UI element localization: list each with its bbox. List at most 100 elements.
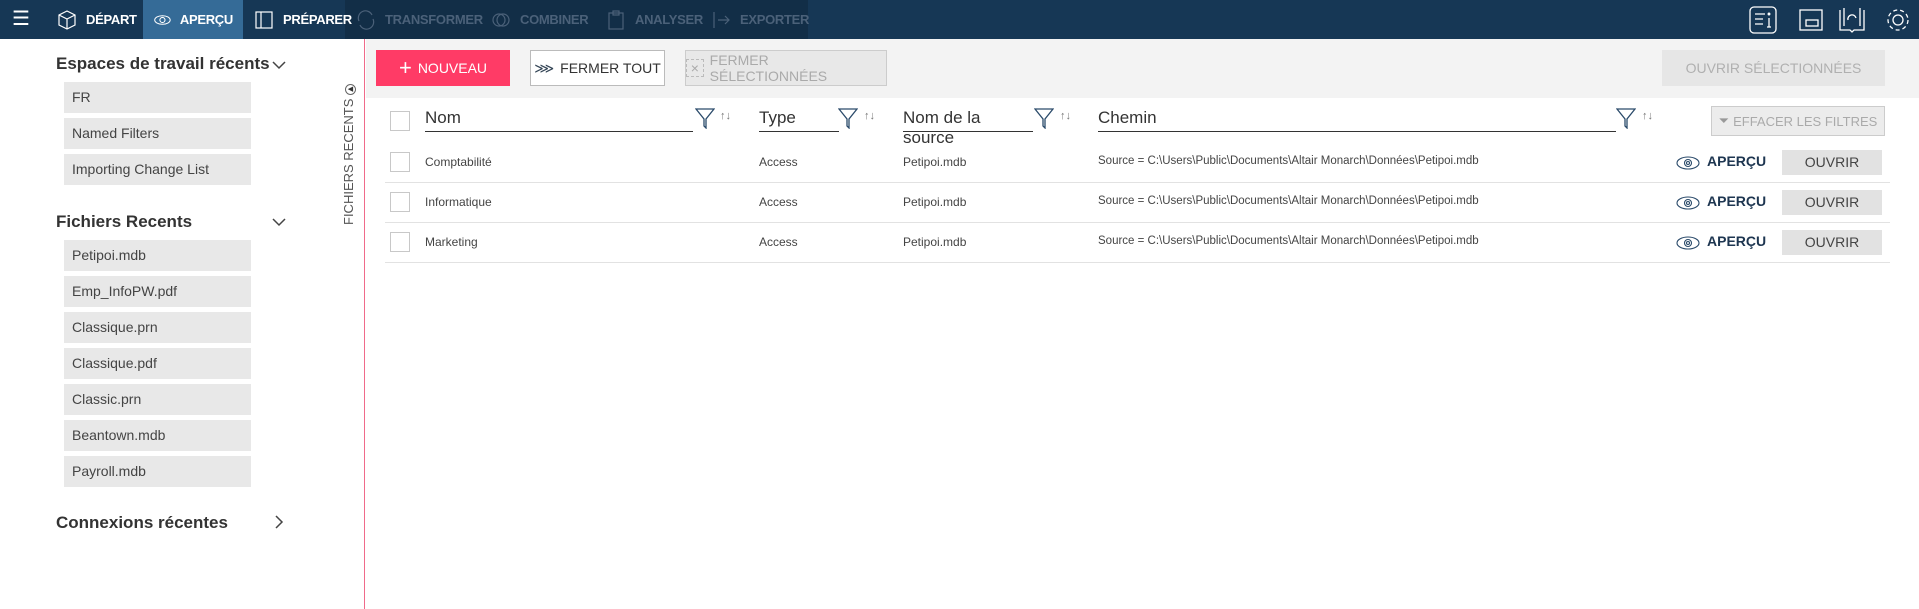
open-button[interactable]: OUVRIR: [1782, 230, 1882, 255]
clear-filters-button: ⏷ EFFACER LES FILTRES: [1711, 106, 1885, 136]
combine-icon: [492, 12, 510, 27]
recent-file-item[interactable]: Petipoi.mdb: [64, 240, 251, 271]
cell-path: Source = C:\Users\Public\Documents\Altai…: [1098, 235, 1479, 247]
help-book-icon[interactable]: [1838, 6, 1866, 34]
cell-type: Access: [759, 235, 798, 249]
open-button[interactable]: OUVRIR: [1782, 190, 1882, 215]
workspace-item[interactable]: FR: [64, 82, 251, 113]
cell-source: Petipoi.mdb: [903, 195, 967, 209]
row-checkbox[interactable]: [390, 232, 410, 252]
column-header-type[interactable]: Type: [759, 108, 839, 132]
column-header-name[interactable]: Nom: [425, 108, 693, 132]
close-all-icon: ⋙: [534, 59, 555, 76]
tab-label: APERÇU: [179, 12, 233, 27]
column-header-source[interactable]: Nom de la source: [903, 108, 1033, 147]
gear-icon[interactable]: [1884, 6, 1912, 34]
cell-source: Petipoi.mdb: [903, 235, 967, 249]
sort-icon[interactable]: ↑↓: [720, 110, 731, 122]
row-checkbox[interactable]: [390, 152, 410, 172]
plus-icon: +: [398, 55, 412, 80]
cell-path: Source = C:\Users\Public\Documents\Altai…: [1098, 195, 1479, 207]
top-nav-bar: ☰ DÉPART APERÇU PRÉPARER TRANSFORMER COM…: [0, 0, 1919, 39]
workspace-item[interactable]: Importing Change List: [64, 154, 251, 185]
row-divider: [385, 222, 1890, 223]
eye-icon[interactable]: [1676, 236, 1700, 250]
filter-icon[interactable]: [695, 107, 715, 129]
tab-label: PRÉPARER: [283, 12, 352, 27]
row-divider: [385, 182, 1890, 183]
transform-icon: [357, 9, 375, 30]
sort-icon[interactable]: ↑↓: [864, 110, 875, 122]
cell-name: Comptabilité: [425, 155, 492, 169]
filter-icon[interactable]: [1616, 107, 1636, 129]
eye-icon: [154, 14, 171, 25]
chevron-down-icon[interactable]: [270, 56, 288, 74]
tab-exporter: EXPORTER: [700, 0, 819, 39]
column-header-path[interactable]: Chemin: [1098, 108, 1616, 132]
cell-type: Access: [759, 195, 798, 209]
clear-filter-icon: ⏷: [1718, 113, 1730, 128]
clipboard-icon: [608, 9, 624, 30]
select-all-checkbox[interactable]: [390, 111, 410, 131]
recent-workspaces-heading: Espaces de travail récents: [56, 54, 270, 73]
recent-connections-heading: Connexions récentes: [56, 513, 228, 532]
cell-name: Marketing: [425, 235, 478, 249]
preview-link[interactable]: APERÇU: [1707, 233, 1766, 249]
cell-name: Informatique: [425, 195, 492, 209]
filter-icon[interactable]: [1034, 107, 1054, 129]
eye-icon[interactable]: [1676, 156, 1700, 170]
preview-link[interactable]: APERÇU: [1707, 153, 1766, 169]
collapse-sidebar-icon[interactable]: ◀: [345, 84, 356, 95]
export-icon: [713, 11, 730, 28]
workspace-item[interactable]: Named Filters: [64, 118, 251, 149]
row-checkbox[interactable]: [390, 192, 410, 212]
toolbar: + NOUVEAU ⋙ FERMER TOUT × FERMER SÉLECTIONN…: [366, 39, 1919, 98]
recent-file-item[interactable]: Beantown.mdb: [64, 420, 251, 451]
button-label: FERMER TOUT: [560, 60, 661, 76]
recent-files-sidebar: Espaces de travail récents FR Named Filt…: [0, 39, 365, 609]
tab-label: DÉPART: [86, 12, 137, 27]
button-label: FERMER SÉLECTIONNÉES: [709, 52, 828, 84]
tab-label: EXPORTER: [740, 12, 810, 27]
prepare-icon: [255, 10, 273, 29]
open-button[interactable]: OUVRIR: [1782, 150, 1882, 175]
button-label: NOUVEAU: [417, 60, 488, 76]
recent-file-item[interactable]: Payroll.mdb: [64, 456, 251, 487]
tab-apercu[interactable]: APERÇU: [143, 0, 243, 39]
chevron-down-icon[interactable]: [270, 213, 288, 231]
tab-label: TRANSFORMER: [385, 12, 483, 27]
hamburger-menu-icon[interactable]: ☰: [12, 9, 32, 29]
button-label: EFFACER LES FILTRES: [1733, 113, 1878, 129]
cell-path: Source = C:\Users\Public\Documents\Altai…: [1098, 155, 1479, 167]
eye-icon[interactable]: [1676, 196, 1700, 210]
row-divider: [385, 262, 1890, 263]
chevron-right-icon[interactable]: [270, 513, 288, 531]
close-selected-button: × FERMER SÉLECTIONNÉES: [685, 50, 887, 86]
recent-file-item[interactable]: Emp_InfoPW.pdf: [64, 276, 251, 307]
recent-file-item[interactable]: Classique.prn: [64, 312, 251, 343]
sort-icon[interactable]: ↑↓: [1642, 110, 1653, 122]
button-label: OUVRIR SÉLECTIONNÉES: [1685, 60, 1862, 76]
tab-label: COMBINER: [520, 12, 589, 27]
recent-files-heading: Fichiers Recents: [56, 212, 193, 231]
sort-icon[interactable]: ↑↓: [1060, 110, 1071, 122]
cell-source: Petipoi.mdb: [903, 155, 967, 169]
close-selected-icon: ×: [686, 59, 704, 77]
cell-type: Access: [759, 155, 798, 169]
info-panel-icon[interactable]: [1749, 6, 1777, 34]
new-button[interactable]: + NOUVEAU: [376, 50, 510, 86]
tab-depart[interactable]: DÉPART: [46, 0, 147, 39]
open-selected-button: OUVRIR SÉLECTIONNÉES: [1662, 50, 1885, 86]
tab-label: ANALYSER: [635, 12, 703, 27]
preview-link[interactable]: APERÇU: [1707, 193, 1766, 209]
cube-icon: [58, 9, 76, 30]
tab-analyser: ANALYSER: [595, 0, 713, 39]
recent-file-item[interactable]: Classic.prn: [64, 384, 251, 415]
tab-combiner: COMBINER: [480, 0, 598, 39]
recent-files-vertical-label[interactable]: FICHIERS RECENTS: [341, 99, 356, 225]
filter-icon[interactable]: [838, 107, 858, 129]
window-icon[interactable]: [1797, 6, 1825, 34]
tab-transformer: TRANSFORMER: [345, 0, 493, 39]
close-all-button[interactable]: ⋙ FERMER TOUT: [530, 50, 665, 86]
recent-file-item[interactable]: Classique.pdf: [64, 348, 251, 379]
